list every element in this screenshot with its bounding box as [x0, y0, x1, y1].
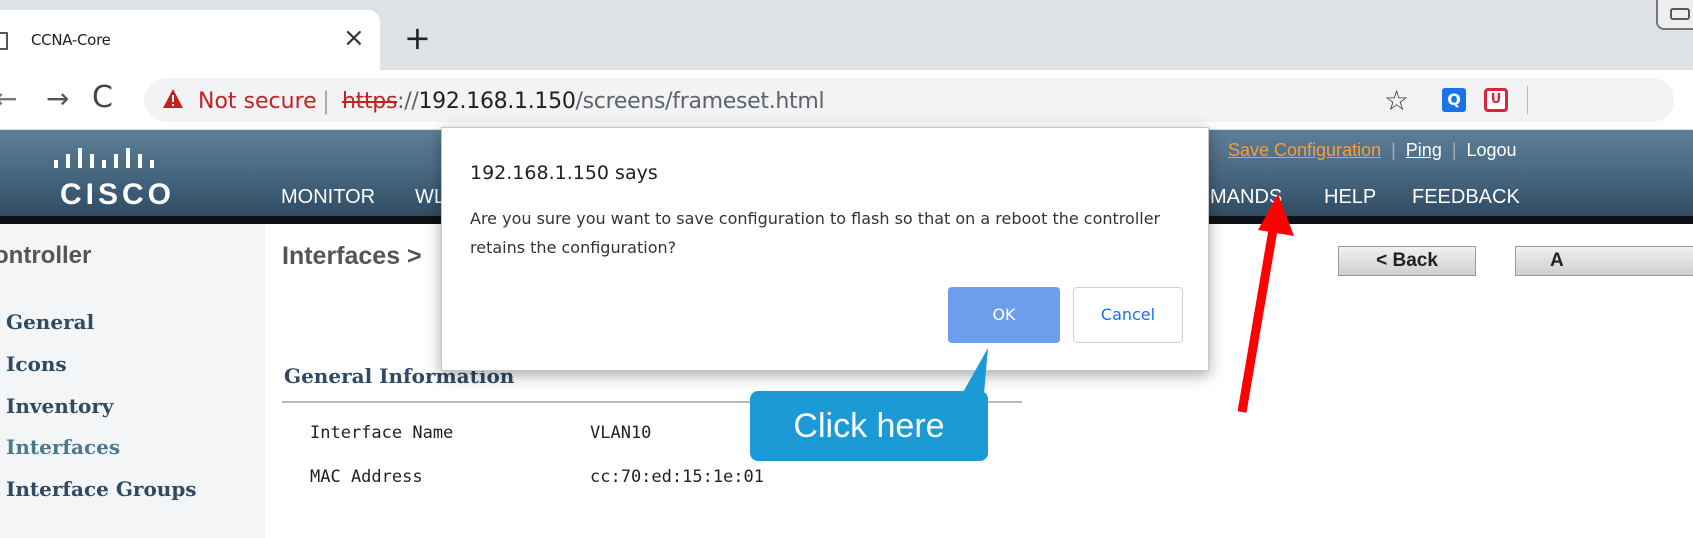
address-bar[interactable]: Not secure | https://192.168.1.150/scree…	[144, 78, 1674, 122]
page-title: Interfaces >	[282, 242, 422, 270]
url-scheme: https	[342, 89, 398, 114]
back-button[interactable]: < Back	[1338, 246, 1476, 276]
confirm-dialog: 192.168.1.150 says Are you sure you want…	[441, 127, 1209, 371]
url-path: /screens/frameset.html	[575, 89, 825, 114]
cisco-logo-icon	[54, 148, 154, 168]
sidebar-title: ontroller	[0, 242, 92, 269]
logout-link[interactable]: Logou	[1467, 140, 1517, 160]
url-divider: |	[322, 87, 331, 115]
interface-name-label: Interface Name	[310, 423, 454, 443]
sidebar-item-icons[interactable]: Icons	[6, 352, 67, 376]
warning-icon[interactable]	[162, 88, 184, 110]
back-icon[interactable]: ←	[0, 82, 17, 115]
document-icon	[0, 32, 8, 50]
menu-help[interactable]: HELP	[1324, 186, 1376, 209]
link-separator: |	[1391, 140, 1396, 160]
url-separator: ://	[397, 89, 419, 114]
cisco-logo-text: CISCO	[60, 178, 176, 211]
link-separator: |	[1451, 140, 1457, 160]
save-configuration-link[interactable]: Save Configuration	[1228, 140, 1381, 160]
sidebar-item-inventory[interactable]: Inventory	[6, 394, 114, 418]
menu-monitor[interactable]: MONITOR	[281, 186, 375, 209]
red-arrow-annotation	[1237, 194, 1294, 413]
ping-link-label: Ping	[1405, 140, 1442, 160]
sidebar-item-interface-groups[interactable]: Interface Groups	[6, 477, 197, 501]
tab-title: CCNA-Core	[31, 31, 111, 49]
interface-name-value: VLAN10	[590, 423, 652, 443]
menu-feedback[interactable]: FEEDBACK	[1412, 186, 1520, 209]
dialog-message: Are you sure you want to save configurat…	[470, 209, 1161, 257]
mac-address-label: MAC Address	[310, 467, 423, 487]
header-top-links: Save Configuration | Ping | Logou	[1228, 140, 1517, 161]
url-text[interactable]: https://192.168.1.150/screens/frameset.h…	[342, 89, 825, 114]
window-restore-icon[interactable]	[1656, 0, 1693, 30]
bookmark-star-icon[interactable]: ☆	[1384, 84, 1409, 117]
controller-sidebar: ontroller General Icons Inventory Interf…	[0, 224, 265, 538]
pocket-extension-icon[interactable]: U	[1484, 88, 1508, 112]
callout-text: Click here	[793, 407, 945, 445]
click-here-callout: Click here	[750, 391, 988, 461]
forward-icon[interactable]: →	[46, 82, 69, 115]
sidebar-item-general[interactable]: General	[6, 310, 94, 334]
ping-link[interactable]: Ping	[1406, 140, 1442, 160]
toolbar-divider	[1527, 86, 1528, 114]
new-tab-button[interactable]: +	[404, 20, 431, 56]
browser-tab[interactable]: CCNA-Core ×	[0, 10, 380, 70]
cancel-button[interactable]: Cancel	[1073, 287, 1183, 343]
dialog-title: 192.168.1.150 says	[470, 162, 658, 184]
search-extension-icon[interactable]: Q	[1442, 88, 1466, 112]
apply-button[interactable]: A	[1515, 246, 1693, 276]
browser-tabstrip: CCNA-Core × +	[0, 0, 1693, 70]
browser-toolbar: ← → C Not secure | https://192.168.1.150…	[0, 70, 1693, 130]
sidebar-item-interfaces[interactable]: Interfaces	[6, 435, 120, 459]
reload-icon[interactable]: C	[92, 80, 113, 115]
url-host: 192.168.1.150	[418, 89, 576, 114]
security-label[interactable]: Not secure	[198, 89, 317, 114]
mac-address-value: cc:70:ed:15:1e:01	[590, 467, 764, 487]
tab-close-icon[interactable]: ×	[343, 24, 365, 52]
ok-button[interactable]: OK	[948, 287, 1060, 343]
